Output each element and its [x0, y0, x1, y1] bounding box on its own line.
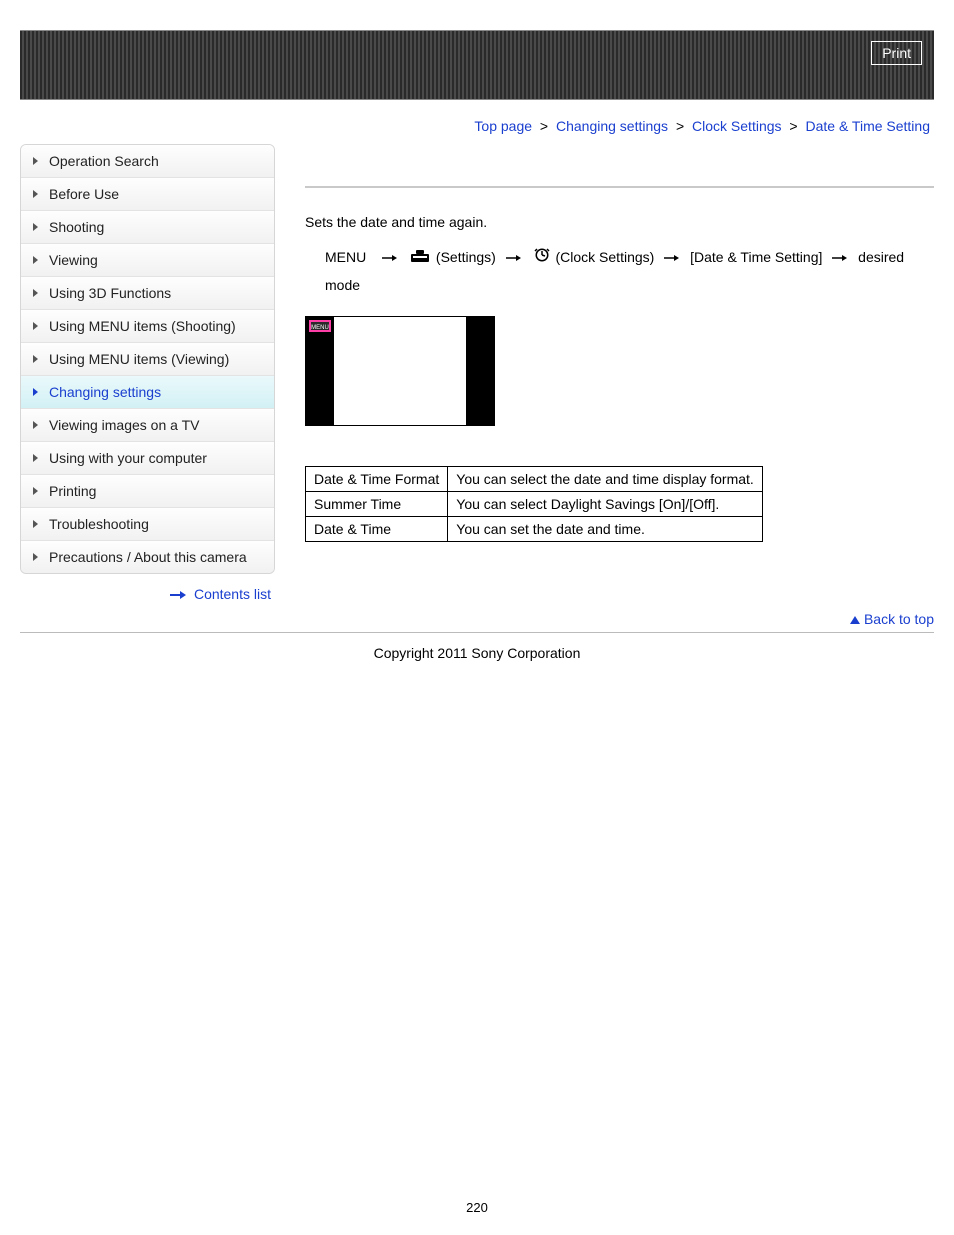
arrow-icon — [382, 253, 398, 263]
section-rule — [305, 186, 934, 188]
arrow-icon — [832, 253, 848, 263]
header-band: Print — [20, 30, 934, 100]
sidebar-item-label: Using 3D Functions — [49, 285, 171, 301]
triangle-up-icon — [850, 616, 860, 624]
arrow-icon — [664, 253, 680, 263]
breadcrumb: Top page > Changing settings > Clock Set… — [20, 100, 934, 134]
sidebar-item-before-use[interactable]: Before Use — [21, 178, 274, 211]
sidebar-item-3d[interactable]: Using 3D Functions — [21, 277, 274, 310]
sidebar-item-printing[interactable]: Printing — [21, 475, 274, 508]
sidebar-item-computer[interactable]: Using with your computer — [21, 442, 274, 475]
menu-path-start: MENU — [325, 249, 366, 265]
clock-icon — [534, 245, 550, 272]
footer: Back to top Copyright 2011 Sony Corporat… — [20, 632, 934, 661]
toolbox-icon — [410, 245, 430, 272]
breadcrumb-sep: > — [785, 118, 801, 134]
sidebar-item-label: Before Use — [49, 186, 119, 202]
breadcrumb-link-changing[interactable]: Changing settings — [556, 118, 668, 134]
table-row: Date & Time You can set the date and tim… — [306, 517, 763, 542]
option-name: Summer Time — [306, 492, 448, 517]
sidebar-item-operation-search[interactable]: Operation Search — [21, 145, 274, 178]
option-name: Date & Time — [306, 517, 448, 542]
sidebar-item-label: Changing settings — [49, 384, 161, 400]
menu-path-settings: (Settings) — [436, 249, 496, 265]
menu-path: MENU (Settings) (Clock Settings) [Date &… — [305, 244, 934, 298]
intro-text: Sets the date and time again. — [305, 214, 934, 230]
breadcrumb-link-top[interactable]: Top page — [474, 118, 532, 134]
sidebar-item-viewing[interactable]: Viewing — [21, 244, 274, 277]
table-row: Summer Time You can select Daylight Savi… — [306, 492, 763, 517]
copyright-text: Copyright 2011 Sony Corporation — [20, 645, 934, 661]
sidebar-item-label: Shooting — [49, 219, 104, 235]
menu-path-clock: (Clock Settings) — [556, 249, 655, 265]
sidebar-item-label: Precautions / About this camera — [49, 549, 247, 565]
sidebar-item-changing-settings[interactable]: Changing settings — [21, 376, 274, 409]
option-desc: You can set the date and time. — [448, 517, 763, 542]
sidebar-item-label: Printing — [49, 483, 96, 499]
print-button[interactable]: Print — [871, 41, 922, 65]
breadcrumb-sep: > — [672, 118, 688, 134]
breadcrumb-link-clock[interactable]: Clock Settings — [692, 118, 781, 134]
option-desc: You can select Daylight Savings [On]/[Of… — [448, 492, 763, 517]
sidebar-item-menu-viewing[interactable]: Using MENU items (Viewing) — [21, 343, 274, 376]
main-content: Sets the date and time again. MENU (Sett… — [305, 144, 934, 542]
sidebar-item-label: Viewing images on a TV — [49, 417, 199, 433]
menu-chip: MENU — [309, 320, 331, 332]
sidebar-nav: Operation Search Before Use Shooting Vie… — [20, 144, 275, 574]
sidebar: Operation Search Before Use Shooting Vie… — [20, 144, 275, 602]
option-desc: You can select the date and time display… — [448, 467, 763, 492]
sidebar-item-precautions[interactable]: Precautions / About this camera — [21, 541, 274, 573]
sidebar-item-label: Using MENU items (Shooting) — [49, 318, 236, 334]
breadcrumb-current: Date & Time Setting — [805, 118, 930, 134]
breadcrumb-sep: > — [536, 118, 552, 134]
back-to-top-link[interactable]: Back to top — [850, 611, 934, 627]
page-number: 220 — [0, 1200, 954, 1215]
sidebar-item-label: Troubleshooting — [49, 516, 149, 532]
back-to-top-label: Back to top — [864, 611, 934, 627]
options-table: Date & Time Format You can select the da… — [305, 466, 763, 542]
sidebar-item-label: Using with your computer — [49, 450, 207, 466]
sidebar-item-shooting[interactable]: Shooting — [21, 211, 274, 244]
arrow-right-icon — [170, 590, 186, 600]
sidebar-item-label: Using MENU items (Viewing) — [49, 351, 229, 367]
sidebar-item-label: Viewing — [49, 252, 98, 268]
option-name: Date & Time Format — [306, 467, 448, 492]
sidebar-item-label: Operation Search — [49, 153, 159, 169]
arrow-icon — [506, 253, 522, 263]
camera-screenshot: MENU — [305, 316, 495, 426]
sidebar-item-troubleshooting[interactable]: Troubleshooting — [21, 508, 274, 541]
sidebar-item-tv[interactable]: Viewing images on a TV — [21, 409, 274, 442]
contents-list-link[interactable]: Contents list — [194, 586, 271, 602]
table-row: Date & Time Format You can select the da… — [306, 467, 763, 492]
menu-path-datetime: [Date & Time Setting] — [690, 249, 822, 265]
sidebar-item-menu-shooting[interactable]: Using MENU items (Shooting) — [21, 310, 274, 343]
